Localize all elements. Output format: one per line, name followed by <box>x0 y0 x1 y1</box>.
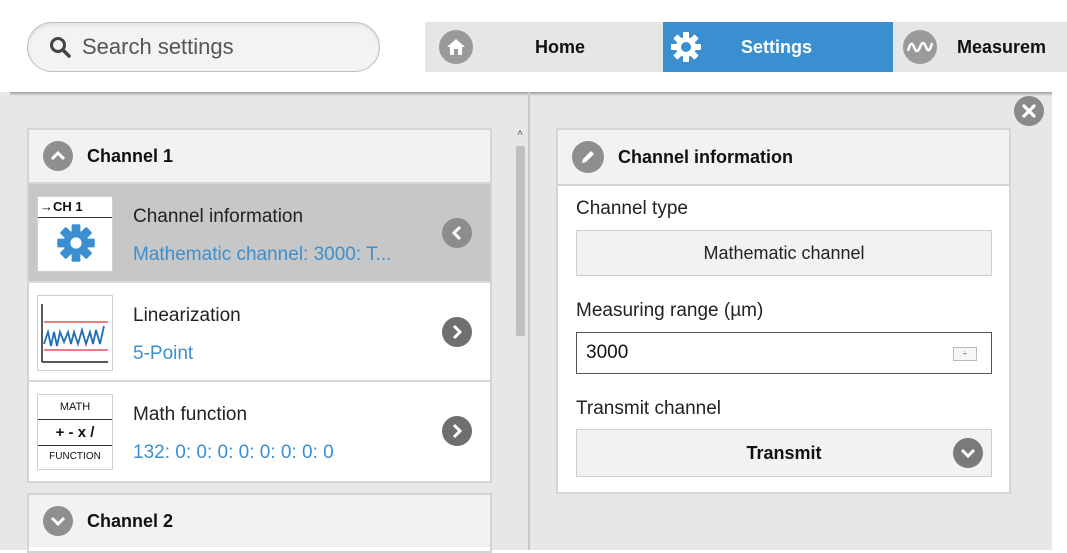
channel-information-panel: Channel information Channel type Mathema… <box>556 128 1011 494</box>
list-item-subtitle: 5-Point <box>133 343 194 364</box>
content-area: Channel 1 →CH 1 Channel information Math… <box>0 92 1067 553</box>
tab-measurement-label: Measurem <box>957 36 1047 57</box>
gear-icon <box>669 30 703 64</box>
tab-home[interactable]: Home <box>439 22 659 72</box>
scroll-up-arrow[interactable]: ˄ <box>514 128 526 140</box>
list-item-linearization[interactable]: Linearization 5-Point <box>29 283 490 382</box>
waveform-icon <box>903 30 937 64</box>
tab-measurement[interactable]: Measurem <box>903 22 1067 72</box>
close-icon[interactable] <box>1014 96 1044 126</box>
tab-settings[interactable]: Settings <box>663 22 893 72</box>
tab-settings-label: Settings <box>741 36 813 57</box>
math-function-icon: MATH + - x / FUNCTION <box>37 394 113 470</box>
thumb-divider <box>38 419 112 420</box>
channel-type-label: Channel type <box>576 198 688 219</box>
chevron-down-icon <box>43 506 73 536</box>
search-box[interactable] <box>27 22 380 72</box>
left-scrollbar[interactable]: ˄ <box>514 128 526 550</box>
channel-info-thumb: →CH 1 <box>37 196 113 272</box>
top-bar: Home <box>0 0 1067 92</box>
channel-1-header[interactable]: Channel 1 <box>29 130 490 184</box>
transmit-channel-label: Transmit channel <box>576 398 722 419</box>
list-item-math-function[interactable]: MATH + - x / FUNCTION Math function 132:… <box>29 382 490 481</box>
pane-divider <box>528 92 530 550</box>
search-icon <box>48 35 72 59</box>
thumb-operators: + - x / <box>55 424 95 441</box>
nav-gap <box>398 22 424 72</box>
chevron-right-icon[interactable] <box>442 317 472 347</box>
chevron-up-icon <box>43 141 73 171</box>
transmit-channel-select[interactable]: Transmit <box>576 429 992 477</box>
gear-icon <box>56 223 96 268</box>
linearization-chart-icon <box>37 295 113 371</box>
channel-type-text: Mathematic channel <box>703 242 865 263</box>
channel-2-label: Channel 2 <box>87 510 174 531</box>
list-item-channel-information[interactable]: →CH 1 Channel information Mathematic cha… <box>29 184 490 283</box>
left-pane: Channel 1 →CH 1 Channel information Math… <box>0 92 528 553</box>
channel-2-group: Channel 2 <box>27 493 492 553</box>
list-item-title: Math function <box>133 404 248 425</box>
thumb-divider <box>38 445 112 446</box>
list-item-title: Linearization <box>133 305 241 326</box>
list-item-subtitle: Mathematic channel: 3000: T... <box>133 244 392 265</box>
panel-header: Channel information <box>558 130 1009 186</box>
channel-2-header[interactable]: Channel 2 <box>29 495 490 547</box>
thumb-math-label: MATH <box>59 401 91 413</box>
measuring-range-input[interactable] <box>586 342 926 364</box>
panel-title: Channel information <box>618 146 793 167</box>
main-nav: Home Settings Measurem <box>425 22 1067 72</box>
home-icon <box>439 30 473 64</box>
list-item-subtitle: 132: 0: 0: 0: 0: 0: 0: 0: 0 <box>133 442 334 463</box>
search-input[interactable] <box>82 34 372 60</box>
chevron-right-icon[interactable] <box>442 416 472 446</box>
measuring-range-field[interactable]: ÷ <box>576 332 992 374</box>
measuring-range-label: Measuring range (µm) <box>576 300 764 321</box>
pencil-icon <box>572 141 604 173</box>
thumb-ch1-label: →CH 1 <box>40 199 83 214</box>
chevron-down-icon[interactable] <box>953 438 983 468</box>
right-gutter <box>1052 92 1067 550</box>
scrollbar-thumb[interactable] <box>516 146 525 336</box>
transmit-selected-value: Transmit <box>746 442 822 463</box>
list-item-title: Channel information <box>133 206 304 227</box>
chevron-left-icon[interactable] <box>442 218 472 248</box>
spinner-icon[interactable]: ÷ <box>953 347 977 361</box>
channel-type-value: Mathematic channel <box>576 230 992 276</box>
channel-1-label: Channel 1 <box>87 145 174 166</box>
channel-1-group: Channel 1 →CH 1 Channel information Math… <box>27 128 492 483</box>
tab-home-label: Home <box>535 36 586 57</box>
thumb-divider <box>38 217 112 218</box>
thumb-function-label: FUNCTION <box>49 451 101 462</box>
